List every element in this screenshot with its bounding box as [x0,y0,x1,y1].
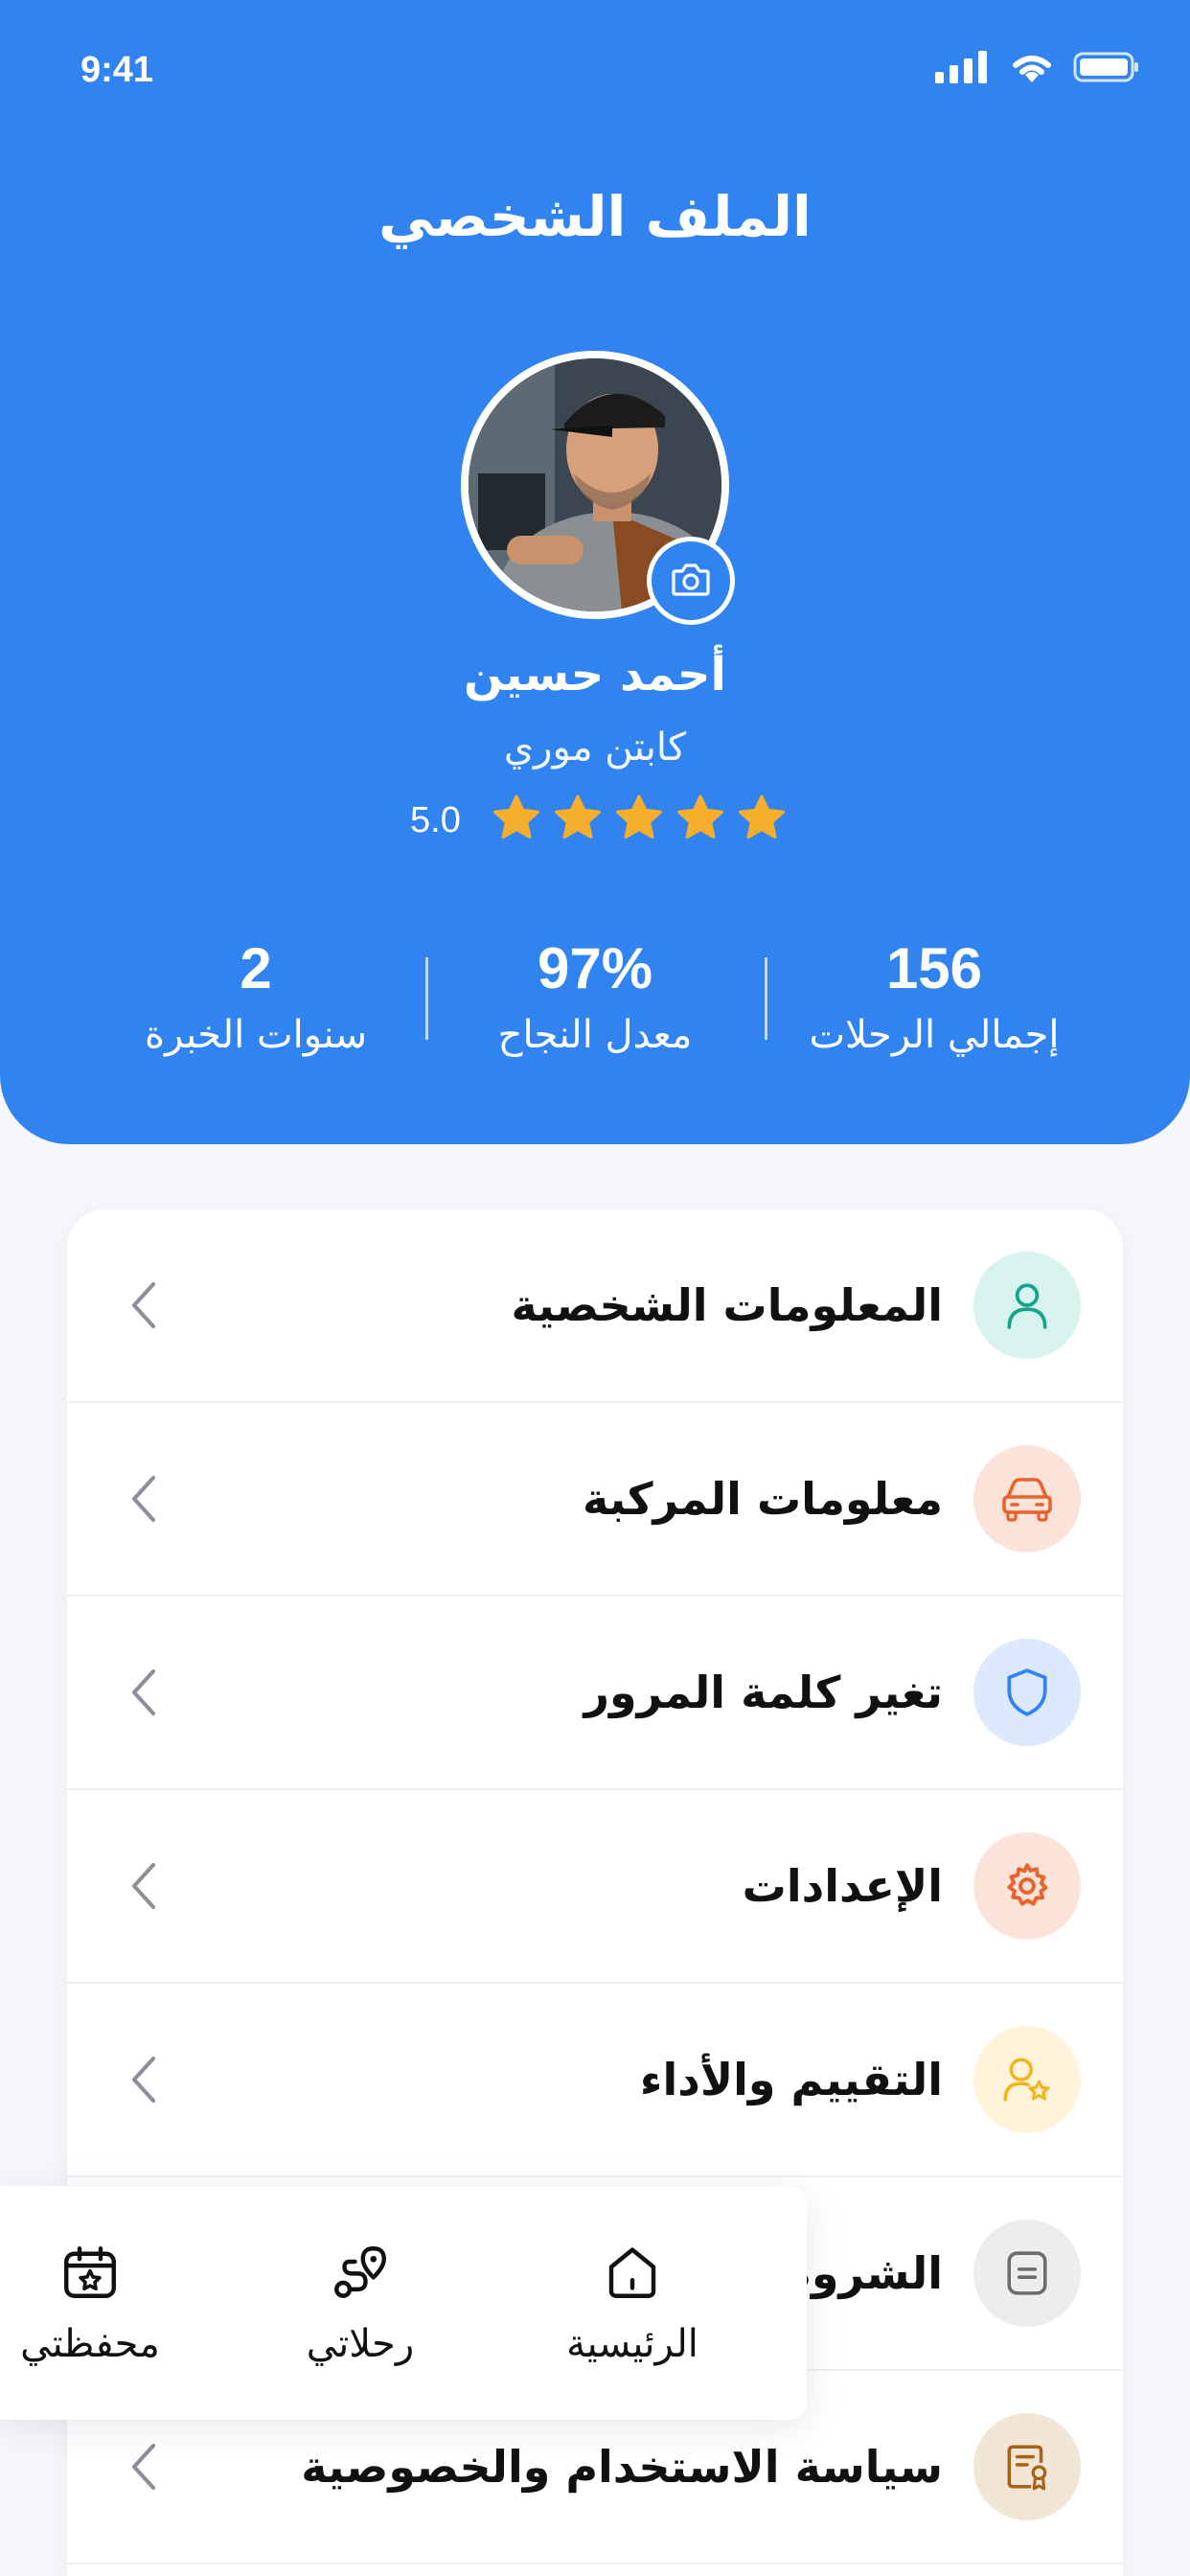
stat-label: معدل النجاح [497,1013,693,1057]
menu-item-label: المعلومات الشخصية [511,1279,943,1331]
menu-item-label: معلومات المركبة [583,1473,943,1525]
car-icon [973,1445,1081,1552]
status-icons [935,50,1140,88]
menu-item-change-password[interactable]: تغير كلمة المرور [67,1597,1123,1790]
stat-value: 2 [240,936,272,1000]
page-title: الملف الشخصي [378,184,812,249]
star-icon [492,794,541,846]
user-icon [973,1252,1081,1359]
status-time: 9:41 [80,50,154,90]
stats-row: 2 سنوات الخبرة 97% معدل النجاح 156 إجمال… [86,934,1104,1078]
menu-item-label: تغير كلمة المرور [584,1667,944,1718]
avatar-container [461,351,735,625]
menu-item-rating-performance[interactable]: التقييم والأداء [67,1984,1123,2177]
menu-item-label: التقييم والأداء [639,2054,943,2105]
stat-label: سنوات الخبرة [145,1013,367,1057]
driver-name: أحمد حسين [464,648,726,702]
chevron-left-icon [115,1860,172,1912]
driver-role: كابتن موري [503,725,687,770]
chevron-left-icon [115,1473,172,1525]
star-icon [553,794,603,846]
user-star-icon [973,2026,1081,2133]
bottom-navigation: الرئيسية رحلاتي محفظتي [0,2186,807,2420]
rating-value: 5.0 [410,799,461,840]
stat-total-trips: 156 إجمالي الرحلات [765,934,1104,1078]
nav-item-my-trips[interactable]: رحلاتي [245,2234,475,2366]
star-icon [614,794,664,846]
certificate-icon [973,2413,1081,2520]
menu-item-label: الإعدادات [742,1860,943,1912]
route-icon [245,2234,475,2311]
stat-value: 156 [885,936,983,1000]
stat-value: 97% [537,936,653,1000]
nav-item-home[interactable]: الرئيسية [517,2234,747,2366]
shield-icon [973,1639,1081,1746]
profile-header: 9:41 الملف الشخصي أحمد حسين كابتن موري 5… [0,0,1190,1144]
status-bar: 9:41 [0,0,1190,134]
cellular-signal-icon [935,51,991,87]
menu-item-personal-info[interactable]: المعلومات الشخصية [67,1209,1123,1403]
gear-icon [973,1832,1081,1940]
change-photo-button[interactable] [647,537,735,625]
chevron-left-icon [115,1279,172,1331]
document-icon [973,2220,1081,2327]
nav-label: محفظتي [20,2322,160,2366]
menu-item-label: سياسة الاستخدام والخصوصية [301,2441,943,2493]
menu-item-vehicle-info[interactable]: معلومات المركبة [67,1403,1123,1597]
rating: 5.0 [410,792,787,849]
star-icon [737,794,787,846]
stat-experience: 2 سنوات الخبرة [86,934,425,1078]
battery-icon [1073,51,1140,87]
chevron-left-icon [115,1667,172,1718]
camera-icon [670,560,712,602]
nav-label: الرئيسية [566,2322,698,2366]
stat-label: إجمالي الرحلات [809,1013,1060,1057]
wifi-icon [1008,50,1056,88]
wallet-calendar-icon [0,2234,205,2311]
stat-success-rate: 97% معدل النجاح [425,934,765,1078]
menu-item-settings[interactable]: الإعدادات [67,1790,1123,1984]
chevron-left-icon [115,2054,172,2105]
home-icon [517,2234,747,2311]
nav-label: رحلاتي [306,2322,415,2366]
chevron-left-icon [115,2441,172,2493]
star-icon [675,794,725,846]
nav-item-my-wallet[interactable]: محفظتي [0,2234,205,2366]
